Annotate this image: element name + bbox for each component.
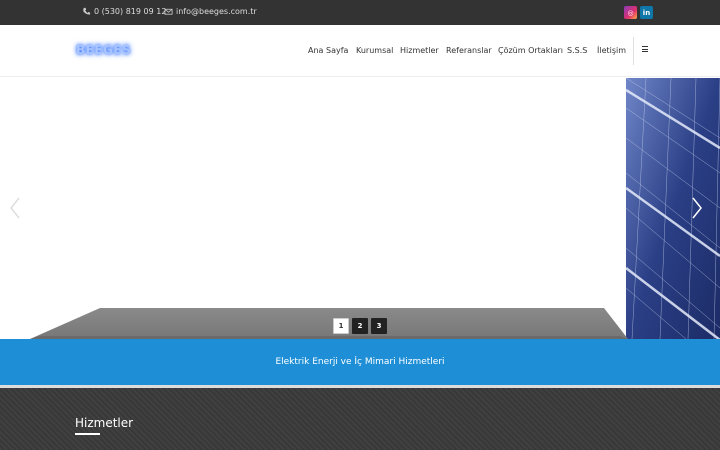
- slider-next-icon[interactable]: [690, 196, 704, 220]
- site-header: BEEGES Ana Sayfa Kurumsal Hizmetler Refe…: [0, 25, 720, 77]
- phone-icon: [83, 7, 91, 15]
- services-title: Hizmetler: [75, 416, 134, 430]
- nav-item-referanslar[interactable]: Referanslar: [446, 46, 492, 55]
- slider-pagination: 1 2 3: [333, 318, 387, 334]
- email-address: info@beeges.com.tr: [176, 7, 257, 16]
- slider-page-3[interactable]: 3: [371, 318, 387, 334]
- linkedin-link[interactable]: in: [640, 6, 653, 19]
- top-bar: 0 (530) 819 09 12 info@beeges.com.tr ◎ i…: [0, 0, 720, 25]
- slider-page-2[interactable]: 2: [352, 318, 368, 334]
- nav-item-cozum-ortaklari[interactable]: Çözüm Ortakları: [498, 46, 563, 55]
- nav-divider: [633, 37, 634, 65]
- nav-item-hizmetler[interactable]: Hizmetler: [400, 46, 439, 55]
- nav-item-sss[interactable]: S.S.S: [567, 46, 587, 55]
- hero-slider: [0, 78, 720, 339]
- tagline-banner: Elektrik Enerji ve İç Mimari Hizmetleri: [0, 339, 720, 385]
- phone-contact[interactable]: 0 (530) 819 09 12: [82, 7, 166, 16]
- slider-page-1[interactable]: 1: [333, 318, 349, 334]
- nav-item-iletisim[interactable]: İletişim: [597, 46, 626, 55]
- hamburger-icon[interactable]: [642, 46, 648, 52]
- instagram-icon: ◎: [627, 8, 634, 17]
- nav-item-kurumsal[interactable]: Kurumsal: [356, 46, 393, 55]
- email-contact[interactable]: info@beeges.com.tr: [164, 7, 257, 16]
- slider-prev-icon[interactable]: [8, 196, 22, 220]
- phone-number: 0 (530) 819 09 12: [94, 7, 167, 16]
- instagram-link[interactable]: ◎: [624, 6, 637, 19]
- services-section: Hizmetler: [0, 388, 720, 450]
- envelope-icon: [164, 8, 173, 15]
- nav-item-ana-sayfa[interactable]: Ana Sayfa: [308, 46, 348, 55]
- main-nav: Ana Sayfa Kurumsal Hizmetler Referanslar…: [0, 46, 720, 60]
- services-title-underline: [75, 433, 100, 435]
- tagline-text: Elektrik Enerji ve İç Mimari Hizmetleri: [275, 357, 445, 367]
- solar-panel-image: [626, 78, 720, 339]
- linkedin-icon: in: [642, 8, 651, 17]
